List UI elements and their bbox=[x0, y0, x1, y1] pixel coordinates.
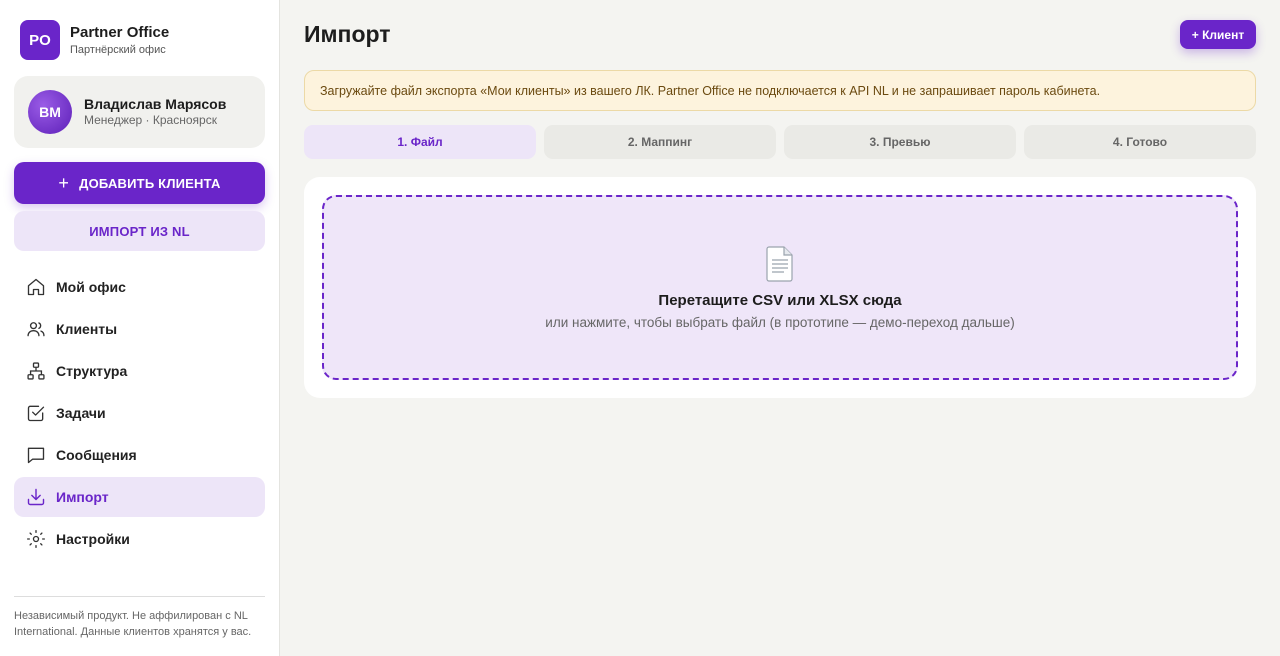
brand-subtitle: Партнёрский офис bbox=[70, 43, 166, 56]
user-name: Владислав Марясов bbox=[84, 96, 227, 112]
sidebar-item-settings[interactable]: Настройки bbox=[14, 519, 265, 559]
plus-icon: + bbox=[58, 173, 70, 193]
avatar: ВМ bbox=[28, 90, 72, 134]
dropzone-subtitle: или нажмите, чтобы выбрать файл (в прото… bbox=[545, 315, 1015, 330]
sidebar-item-label: Структура bbox=[56, 363, 128, 379]
disclaimer: Независимый продукт. Не аффилирован с NL… bbox=[14, 610, 252, 638]
sidebar-item-messages[interactable]: Сообщения bbox=[14, 435, 265, 475]
step-preview[interactable]: 3. Превью bbox=[784, 125, 1016, 159]
add-client-label: ДОБАВИТЬ КЛИЕНТА bbox=[79, 175, 221, 191]
sidebar-item-label: Импорт bbox=[56, 489, 109, 505]
upload-card: Перетащите CSV или XLSX сюда или нажмите… bbox=[304, 177, 1256, 398]
add-client-header-button[interactable]: + Клиент bbox=[1180, 20, 1256, 49]
sidebar-item-my-office[interactable]: Мой офис bbox=[14, 267, 265, 307]
sidebar-item-tasks[interactable]: Задачи bbox=[14, 393, 265, 433]
checkbox-icon bbox=[26, 403, 46, 423]
user-card[interactable]: ВМ Владислав Марясов Менеджер · Краснояр… bbox=[14, 76, 265, 148]
import-steps: 1. Файл 2. Маппинг 3. Превью 4. Готово bbox=[304, 125, 1256, 159]
sidebar-item-label: Сообщения bbox=[56, 447, 137, 463]
file-dropzone[interactable]: Перетащите CSV или XLSX сюда или нажмите… bbox=[322, 195, 1238, 380]
gear-icon bbox=[26, 529, 46, 549]
home-icon bbox=[26, 277, 46, 297]
step-file[interactable]: 1. Файл bbox=[304, 125, 536, 159]
sidebar-item-structure[interactable]: Структура bbox=[14, 351, 265, 391]
message-icon bbox=[26, 445, 46, 465]
document-icon bbox=[324, 245, 1236, 288]
sidebar-item-label: Задачи bbox=[56, 405, 106, 421]
sidebar-item-label: Клиенты bbox=[56, 321, 118, 337]
step-mapping[interactable]: 2. Маппинг bbox=[544, 125, 776, 159]
users-icon bbox=[26, 319, 46, 339]
add-client-button[interactable]: + ДОБАВИТЬ КЛИЕНТА bbox=[14, 162, 265, 204]
sidebar-nav: Мой офис Клиенты Структура Задачи Сообще… bbox=[14, 267, 265, 561]
user-info: Владислав Марясов Менеджер · Красноярск bbox=[84, 96, 226, 128]
download-icon bbox=[26, 487, 46, 507]
sidebar-item-label: Настройки bbox=[56, 531, 130, 547]
sidebar-item-label: Мой офис bbox=[56, 279, 126, 295]
divider bbox=[14, 596, 265, 597]
page-title: Импорт bbox=[304, 21, 391, 47]
info-notice: Загружайте файл экспорта «Мои клиенты» и… bbox=[304, 70, 1256, 111]
brand-name: Partner Office bbox=[70, 23, 170, 41]
brand-logo: PO bbox=[20, 20, 60, 60]
structure-icon bbox=[26, 361, 46, 381]
sidebar-item-import[interactable]: Импорт bbox=[14, 477, 265, 517]
brand: PO Partner Office Партнёрский офис bbox=[20, 20, 169, 60]
dropzone-title: Перетащите CSV или XLSX сюда bbox=[658, 292, 902, 309]
step-done[interactable]: 4. Готово bbox=[1024, 125, 1256, 159]
sidebar: PO Partner Office Партнёрский офис ВМ Вл… bbox=[0, 0, 280, 656]
import-from-nl-button[interactable]: ИМПОРТ ИЗ NL bbox=[14, 211, 265, 251]
brand-text: Partner Office Партнёрский офис bbox=[70, 24, 169, 57]
sidebar-item-clients[interactable]: Клиенты bbox=[14, 309, 265, 349]
main-content: Импорт + Клиент Загружайте файл экспорта… bbox=[280, 0, 1280, 656]
user-role: Менеджер · Красноярск bbox=[84, 113, 217, 127]
